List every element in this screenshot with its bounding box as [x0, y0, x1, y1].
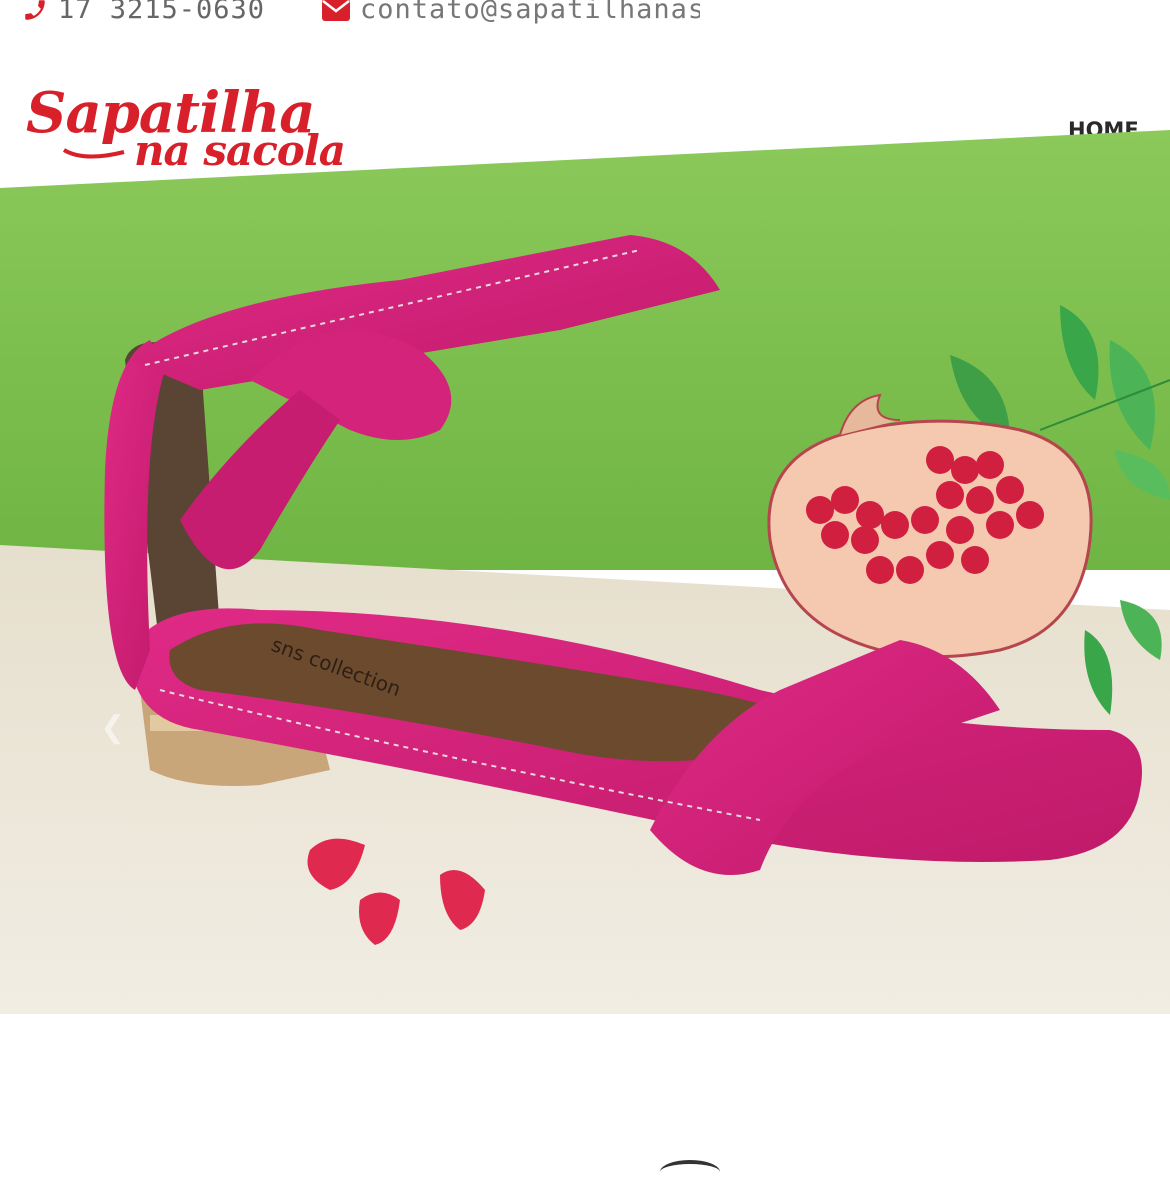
cropped-element: [660, 1160, 720, 1184]
phone-number[interactable]: 17 3215-0630: [58, 0, 265, 25]
phone-icon: [22, 0, 48, 23]
email-contact[interactable]: contato@sapatilhanasac: [322, 0, 700, 25]
hero-illustration: sns collection: [0, 130, 1170, 1014]
email-address[interactable]: contato@sapatilhanasac: [360, 0, 700, 25]
logo-line2: na sacola: [134, 126, 345, 170]
envelope-icon: [322, 0, 350, 21]
hero-banner: sns collection ❮: [0, 130, 1170, 1014]
top-contact-bar: 17 3215-0630 contato@sapatilhanasac: [0, 0, 1170, 63]
logo-swash: [62, 148, 125, 159]
phone-contact[interactable]: 17 3215-0630: [22, 0, 265, 25]
chevron-left-icon[interactable]: ❮: [100, 710, 126, 746]
brand-logo[interactable]: Sapatilha na sacola: [24, 70, 384, 175]
